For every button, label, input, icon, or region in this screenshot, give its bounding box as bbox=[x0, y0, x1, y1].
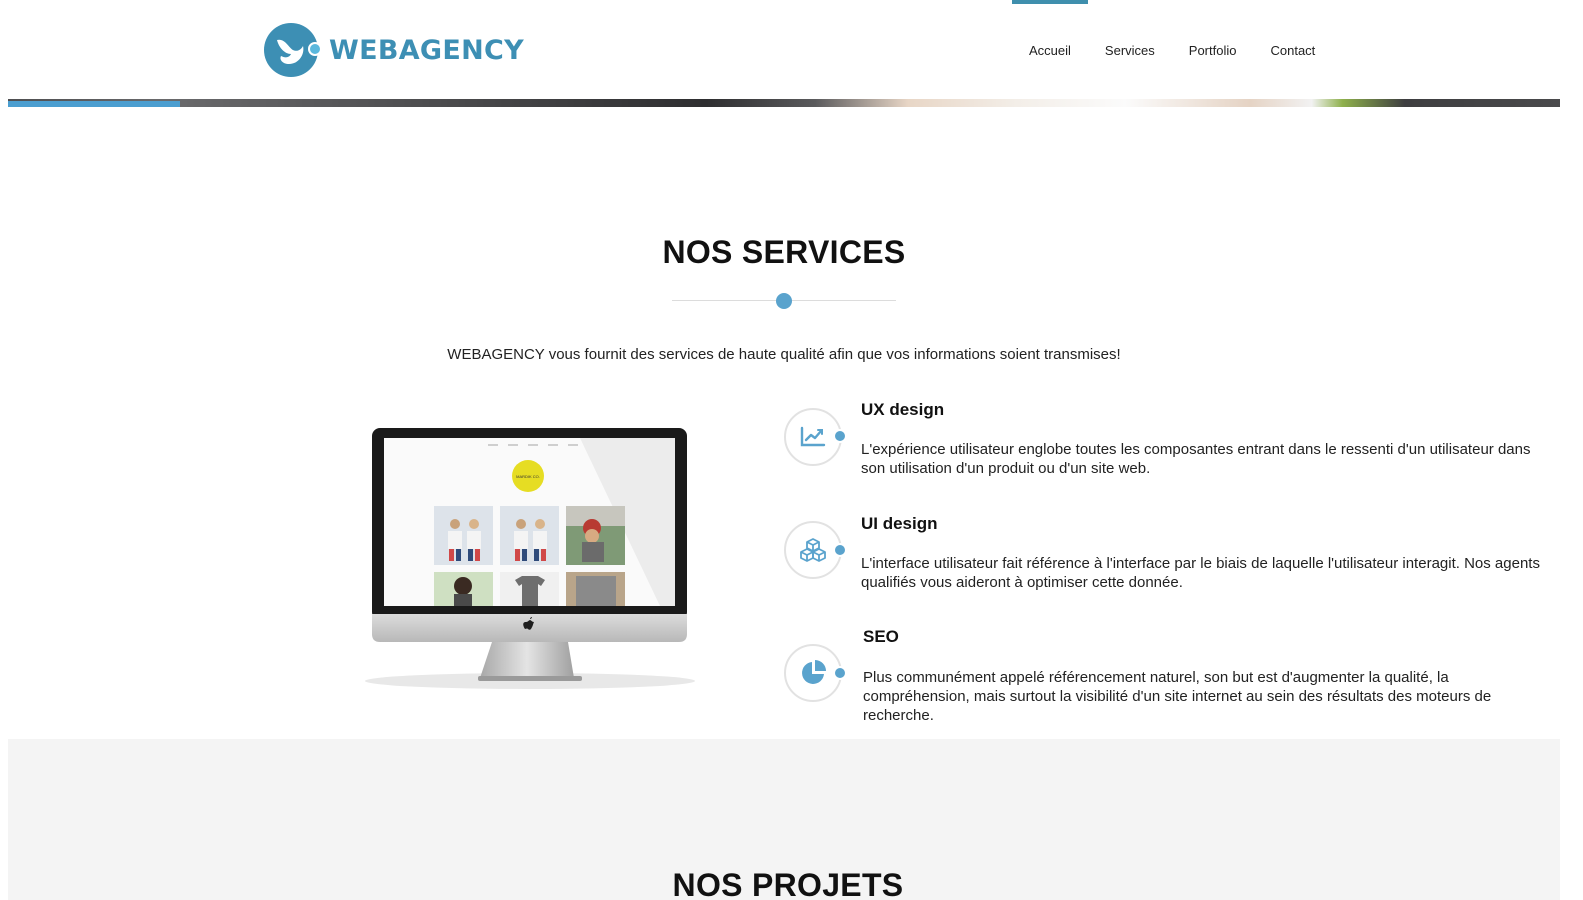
service-title: UI design bbox=[861, 514, 938, 533]
divider-dot bbox=[776, 293, 792, 309]
cubes-icon bbox=[800, 538, 826, 562]
nav-accueil[interactable]: Accueil bbox=[1012, 0, 1088, 100]
nav-contact[interactable]: Contact bbox=[1253, 0, 1332, 100]
brand-logo[interactable]: WEBAGENCY bbox=[263, 20, 524, 80]
service-description: L'expérience utilisateur englobe toutes … bbox=[861, 441, 1531, 477]
hero-slider-strip bbox=[8, 99, 1560, 107]
services-heading: NOS SERVICES bbox=[662, 234, 906, 270]
service-item-seo: SEO Plus communément appelé référencemen… bbox=[784, 627, 1544, 734]
site-header: WEBAGENCY Accueil Services Portfolio Con… bbox=[8, 0, 1560, 100]
line-chart-icon bbox=[800, 426, 826, 447]
imac-mockup-image: MARDIK CO. bbox=[365, 428, 695, 689]
webagency-logo-icon bbox=[264, 23, 322, 77]
nav-services[interactable]: Services bbox=[1088, 0, 1172, 100]
section-divider bbox=[672, 292, 896, 310]
services-intro: WEBAGENCY vous fournit des services de h… bbox=[447, 346, 1121, 363]
service-item-ux: UX design L'expérience utilisateur englo… bbox=[784, 400, 1544, 486]
main-nav: Accueil Services Portfolio Contact bbox=[1012, 0, 1332, 100]
brand-name: WEBAGENCY bbox=[329, 34, 524, 66]
mockup-site-logo: MARDIK CO. bbox=[516, 474, 540, 479]
service-connector-dot bbox=[833, 666, 847, 680]
service-title: UX design bbox=[861, 400, 945, 419]
projects-heading: NOS PROJETS bbox=[672, 867, 904, 900]
pie-chart-icon bbox=[802, 660, 826, 684]
service-description: Plus communément appelé référencement na… bbox=[863, 669, 1492, 724]
service-item-ui: UI design L'interface utilisateur fait r… bbox=[784, 514, 1544, 600]
slider-progress-bar bbox=[8, 101, 180, 107]
service-description: L'interface utilisateur fait référence à… bbox=[861, 555, 1540, 591]
projects-section: NOS PROJETS bbox=[8, 739, 1560, 900]
nav-portfolio[interactable]: Portfolio bbox=[1172, 0, 1254, 100]
service-connector-dot bbox=[833, 543, 847, 557]
service-title: SEO bbox=[863, 627, 899, 646]
service-connector-dot bbox=[833, 429, 847, 443]
